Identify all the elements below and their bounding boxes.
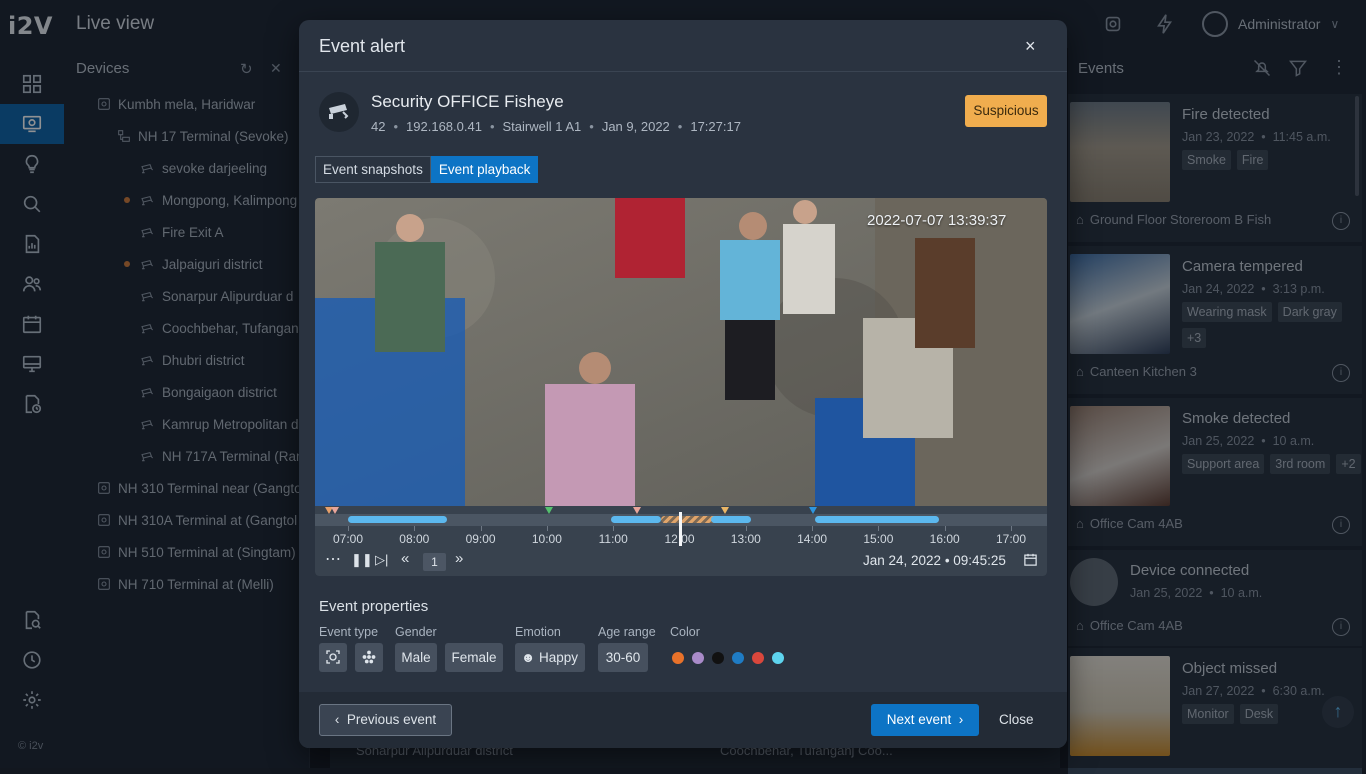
timeline-tick: [1011, 526, 1012, 531]
pause-icon[interactable]: ❚❚: [351, 552, 373, 568]
timeline-tick: [944, 526, 946, 531]
age-range-label: Age range: [598, 625, 656, 639]
gender-female-chip: Female: [445, 643, 503, 672]
status-badge: Suspicious: [965, 95, 1047, 127]
timeline-tick: [613, 526, 615, 531]
timeline-tick: [812, 526, 814, 531]
chevron-right-icon: ›: [958, 712, 964, 727]
video-player[interactable]: 2022-07-07 13:39:37 07:00 08:00 09:00 10:00…: [315, 198, 1047, 576]
timeline-tick: [480, 526, 482, 531]
recording-segment[interactable]: [815, 516, 939, 523]
fast-forward-icon[interactable]: »: [455, 550, 463, 567]
properties-title: Event properties: [319, 598, 429, 615]
camera-id: 42: [371, 119, 386, 134]
color-swatch: [732, 652, 744, 664]
color-swatch: [712, 652, 724, 664]
timeline-label: 09:00: [465, 532, 496, 546]
previous-event-button[interactable]: ‹ Previous event: [319, 704, 452, 736]
timeline-label: 11:00: [598, 532, 628, 546]
color-swatch: [692, 652, 704, 664]
crowd-icon: [355, 643, 383, 672]
event-marker[interactable]: [633, 507, 641, 514]
gender-male-chip: Male: [395, 643, 437, 672]
divider: [299, 71, 1067, 72]
tab-event-snapshots[interactable]: Event snapshots: [315, 156, 431, 183]
timeline-tick: [546, 526, 548, 531]
event-marker[interactable]: [331, 507, 339, 514]
timeline-tick: [348, 526, 349, 531]
event-type-label: Event type: [319, 625, 379, 639]
event-alert-modal: Event alert × Security OFFICE Fisheye 42…: [299, 20, 1067, 748]
step-forward-icon[interactable]: ▷|: [375, 552, 388, 568]
event-marker[interactable]: [545, 507, 553, 514]
modal-title: Event alert: [319, 36, 406, 56]
color-swatch: [772, 652, 784, 664]
event-time: 17:27:17: [690, 119, 741, 134]
speed-indicator[interactable]: 1: [423, 553, 446, 571]
camera-icon: [319, 92, 359, 132]
timeline-datetime: Jan 24, 2022 • 09:45:25: [863, 553, 1006, 568]
recording-segment[interactable]: [711, 516, 751, 523]
camera-name: Security OFFICE Fisheye: [371, 92, 564, 111]
event-segment[interactable]: [661, 516, 717, 523]
camera-meta: 42 • 192.168.0.41 • Stairwell 1 A1 • Jan 9,…: [371, 119, 741, 134]
close-icon[interactable]: ×: [1025, 36, 1036, 57]
video-frame: [315, 198, 1047, 506]
timeline-label: 07:00: [332, 532, 364, 546]
timeline-label: 16:00: [929, 532, 960, 546]
timeline-label: 17:00: [995, 532, 1027, 546]
color-label: Color: [670, 625, 700, 639]
timeline-tick: [414, 526, 416, 531]
event-date: Jan 9, 2022: [601, 119, 670, 134]
face-detection-icon: [319, 643, 347, 672]
timeline-label: 08:00: [399, 532, 430, 546]
age-range-chip: 30-60: [598, 643, 648, 672]
timeline-label: 10:00: [531, 532, 562, 546]
color-swatch: [672, 652, 684, 664]
timeline-label: 14:00: [797, 532, 828, 546]
calendar-picker-icon[interactable]: [1023, 552, 1038, 570]
previous-event-label: Previous event: [346, 712, 437, 727]
tab-bar: Event snapshots Event playback: [315, 156, 539, 183]
modal-footer: ‹ Previous event Next event › Close: [299, 692, 1067, 748]
timeline[interactable]: 07:0008:0009:0010:0011:0012:0013:0014:00…: [315, 506, 1047, 576]
next-event-label: Next event: [886, 712, 952, 727]
timeline-label: 13:00: [730, 532, 761, 546]
close-button[interactable]: Close: [999, 712, 1034, 727]
video-timestamp: 2022-07-07 13:39:37: [867, 212, 1007, 229]
smile-icon: ☻: [521, 650, 536, 665]
rewind-icon[interactable]: «: [401, 550, 409, 567]
more-options-icon[interactable]: ⋯: [325, 549, 341, 569]
chevron-left-icon: ‹: [334, 712, 340, 727]
recording-segment[interactable]: [348, 516, 447, 523]
emotion-chip: ☻ Happy: [515, 643, 585, 672]
gender-label: Gender: [395, 625, 437, 639]
event-marker[interactable]: [721, 507, 729, 514]
timeline-tick: [878, 526, 880, 531]
event-marker[interactable]: [809, 507, 817, 514]
timeline-label: 15:00: [863, 532, 894, 546]
playhead[interactable]: [679, 512, 682, 546]
timeline-tick: [745, 526, 747, 531]
camera-ip: 192.168.0.41: [406, 119, 482, 134]
next-event-button[interactable]: Next event ›: [871, 704, 979, 736]
camera-location: Stairwell 1 A1: [502, 119, 582, 134]
tab-event-playback[interactable]: Event playback: [430, 156, 539, 183]
emotion-value: Happy: [538, 650, 579, 665]
color-swatch: [752, 652, 764, 664]
emotion-label: Emotion: [515, 625, 561, 639]
recording-segment[interactable]: [611, 516, 661, 523]
